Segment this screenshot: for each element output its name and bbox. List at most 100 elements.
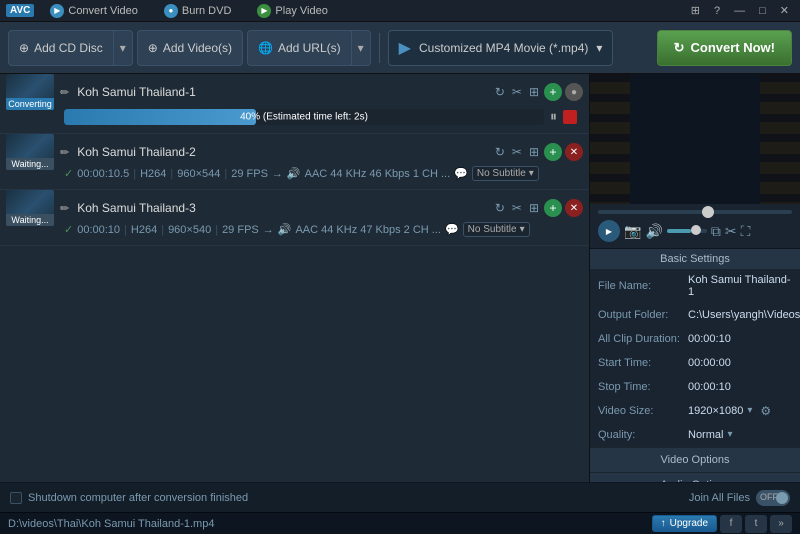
- codec-2: H264: [140, 168, 166, 180]
- setting-output-label: Output Folder:: [598, 309, 688, 321]
- subtitle-value-2: No Subtitle: [477, 168, 526, 179]
- audio-options-button[interactable]: Audio Options: [590, 472, 800, 482]
- res-3: 960×540: [168, 224, 211, 236]
- file-status-2: Waiting...: [6, 158, 54, 170]
- film-strip-left: [590, 74, 630, 204]
- copy-icon[interactable]: ⧉: [711, 223, 721, 240]
- burn-dvd-icon: ●: [164, 4, 178, 18]
- maximize-btn[interactable]: □: [754, 4, 771, 18]
- setting-size-select[interactable]: 1920×1080 ▾ ⚙: [688, 404, 771, 418]
- res-2: 960×544: [177, 168, 220, 180]
- nav-burn-dvd[interactable]: ● Burn DVD: [154, 2, 242, 20]
- settings-icon-2[interactable]: ⊞: [527, 143, 541, 161]
- setting-start-label: Start Time:: [598, 357, 688, 369]
- file-name-1: Koh Samui Thailand-1: [73, 85, 489, 99]
- format-selector[interactable]: ▶ Customized MP4 Movie (*.mp4) ▾: [388, 30, 614, 66]
- help-icon[interactable]: ?: [709, 4, 725, 18]
- minimize-btn[interactable]: —: [729, 4, 750, 18]
- preview-area: [590, 74, 800, 204]
- right-panel: ▶ 📷 🔊 ⧉ ✂ ⛶ Basic Settings File Name: Ko…: [590, 74, 800, 482]
- file-more-btn-1[interactable]: ●: [565, 83, 583, 101]
- add-file-btn-3[interactable]: +: [544, 199, 562, 217]
- fullscreen-icon[interactable]: ⛶: [741, 223, 751, 240]
- refresh-icon-3[interactable]: ↻: [493, 199, 507, 217]
- stop-btn-1[interactable]: [563, 110, 577, 124]
- remove-file-btn-3[interactable]: ✕: [565, 199, 583, 217]
- add-file-btn-2[interactable]: +: [544, 143, 562, 161]
- twitter-button[interactable]: t: [745, 515, 767, 533]
- join-files-area: Join All Files OFF: [679, 490, 800, 506]
- file-status-3: Waiting...: [6, 214, 54, 226]
- subtitle-select-2[interactable]: No Subtitle ▾: [472, 166, 539, 181]
- close-btn[interactable]: ✕: [775, 3, 794, 18]
- setting-output-value: C:\Users\yangh\Videos\...: [688, 309, 800, 321]
- audio-icon-2: 🔊: [287, 167, 301, 180]
- file-item-2-header: Waiting... ✏ Koh Samui Thailand-2 ↻ ✂ ⊞ …: [6, 138, 583, 166]
- scissors-icon-1[interactable]: ✂: [510, 83, 524, 101]
- nav-convert-video[interactable]: ▶ Convert Video: [40, 2, 148, 20]
- nav-play-video[interactable]: ▶ Play Video: [247, 2, 337, 20]
- file-item-1-header: Converting ✏ Koh Samui Thailand-1 ↻ ✂ ⊞ …: [6, 78, 583, 106]
- snapshot-icon[interactable]: 📷: [624, 223, 641, 240]
- shutdown-checkbox-area: Shutdown computer after conversion finis…: [0, 492, 679, 504]
- file-item-1: Converting ✏ Koh Samui Thailand-1 ↻ ✂ ⊞ …: [0, 74, 589, 134]
- add-file-btn-1[interactable]: +: [544, 83, 562, 101]
- codec-3: H264: [131, 224, 157, 236]
- check-icon-2: ✓: [64, 167, 73, 180]
- add-url-arrow[interactable]: ▾: [352, 30, 371, 66]
- refresh-icon-1[interactable]: ↻: [493, 83, 507, 101]
- pause-btn-1[interactable]: ⏸: [550, 108, 557, 125]
- facebook-button[interactable]: f: [720, 515, 742, 533]
- format-label: Customized MP4 Movie (*.mp4): [419, 41, 588, 55]
- sep-3b: |: [161, 224, 164, 236]
- shutdown-checkbox[interactable]: [10, 492, 22, 504]
- upgrade-button[interactable]: ↑ Upgrade: [652, 515, 717, 532]
- seek-bar[interactable]: [598, 210, 792, 214]
- settings-icon-1[interactable]: ⊞: [527, 83, 541, 101]
- setting-filename-label: File Name:: [598, 280, 688, 292]
- status-path: D:\videos\Thai\Koh Samui Thailand-1.mp4: [8, 518, 652, 530]
- progress-fill-1: [64, 109, 256, 125]
- file-thumb-1: Converting: [6, 74, 54, 110]
- setting-start: Start Time: 00:00:00: [590, 351, 800, 375]
- add-cd-button[interactable]: ⊕ Add CD Disc: [8, 30, 114, 66]
- file-status-1: Converting: [6, 98, 54, 110]
- convert-video-icon: ▶: [50, 4, 64, 18]
- grid-icon[interactable]: ⊞: [686, 3, 705, 18]
- setting-size-arrow: ▾: [747, 405, 752, 416]
- refresh-icon-2[interactable]: ↻: [493, 143, 507, 161]
- audio-2: AAC 44 KHz 46 Kbps 1 CH ...: [305, 168, 451, 180]
- add-video-icon: ⊕: [148, 41, 158, 55]
- file-list: Converting ✏ Koh Samui Thailand-1 ↻ ✂ ⊞ …: [0, 74, 590, 482]
- join-files-toggle[interactable]: OFF: [756, 490, 790, 506]
- remove-file-btn-2[interactable]: ✕: [565, 143, 583, 161]
- file-thumb-2: Waiting...: [6, 134, 54, 170]
- setting-size-value: 1920×1080: [688, 405, 743, 417]
- play-button[interactable]: ▶: [598, 220, 620, 242]
- setting-quality-select[interactable]: Normal ▾: [688, 429, 732, 441]
- volume-icon[interactable]: 🔊: [645, 223, 662, 240]
- convert-now-label: Convert Now!: [691, 40, 776, 55]
- nav-next-button[interactable]: »: [770, 515, 792, 533]
- settings-icon-3[interactable]: ⊞: [527, 199, 541, 217]
- add-url-button[interactable]: 🌐 Add URL(s): [247, 30, 352, 66]
- twitter-icon: t: [755, 518, 758, 529]
- add-cd-arrow[interactable]: ▾: [114, 30, 133, 66]
- trim-icon[interactable]: ✂: [725, 223, 737, 240]
- subtitle-select-3[interactable]: No Subtitle ▾: [463, 222, 530, 237]
- check-icon-3: ✓: [64, 223, 73, 236]
- volume-bar[interactable]: [667, 229, 707, 233]
- setting-size-gear[interactable]: ⚙: [760, 404, 771, 418]
- seek-handle[interactable]: [702, 206, 714, 218]
- subtitle-arrow-2: ▾: [529, 168, 534, 179]
- add-video-button[interactable]: ⊕ Add Video(s): [137, 30, 243, 66]
- progress-bar-1: 40% (Estimated time left: 2s): [64, 109, 544, 125]
- scissors-icon-3[interactable]: ✂: [510, 199, 524, 217]
- toggle-knob: [776, 492, 788, 504]
- volume-handle[interactable]: [691, 225, 701, 235]
- nav-convert-video-label: Convert Video: [68, 5, 138, 17]
- scissors-icon-2[interactable]: ✂: [510, 143, 524, 161]
- video-options-button[interactable]: Video Options: [590, 447, 800, 472]
- playback-controls: ▶ 📷 🔊 ⧉ ✂ ⛶: [590, 218, 800, 249]
- convert-now-button[interactable]: ↻ Convert Now!: [657, 30, 792, 66]
